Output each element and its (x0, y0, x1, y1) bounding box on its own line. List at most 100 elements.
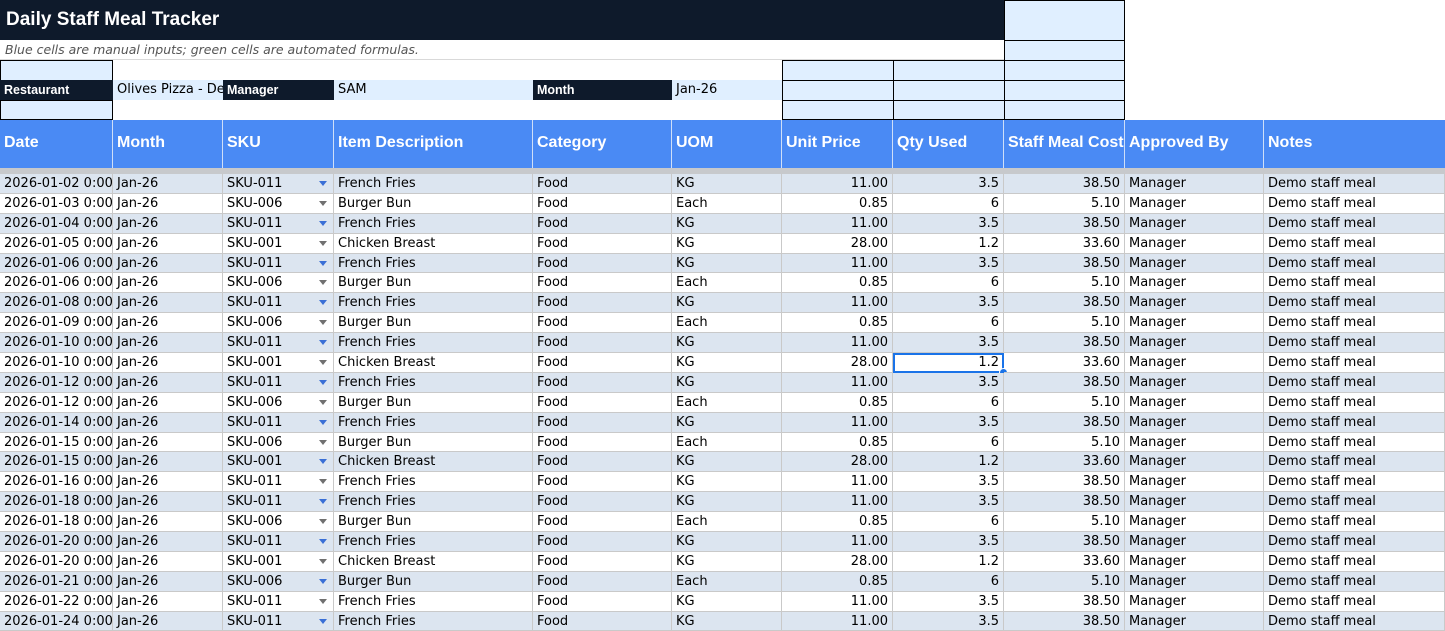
qty-used-cell[interactable]: 3.5 (893, 174, 1004, 194)
qty-used-cell[interactable]: 3.5 (893, 611, 1004, 631)
dropdown-arrow-icon[interactable] (319, 499, 327, 505)
date-cell[interactable]: 2026-01-06 0:00: (0, 253, 113, 274)
blank-input-cell[interactable] (782, 80, 894, 101)
notes-cell[interactable]: Demo staff meal (1264, 532, 1445, 552)
sku-cell[interactable]: SKU-011 (223, 372, 334, 393)
notes-cell[interactable]: Demo staff meal (1264, 193, 1445, 214)
approved-by-cell[interactable]: Manager (1125, 372, 1264, 393)
category-cell[interactable]: Food (533, 512, 672, 533)
uom-cell[interactable]: KG (672, 492, 782, 513)
qty-used-cell[interactable]: 3.5 (893, 472, 1004, 493)
unit-price-cell[interactable]: 0.85 (782, 512, 893, 533)
qty-used-cell[interactable]: 1.2 (893, 452, 1004, 473)
month-cell[interactable]: Jan-26 (113, 353, 223, 373)
category-cell[interactable]: Food (533, 253, 672, 274)
dropdown-arrow-icon[interactable] (319, 598, 327, 604)
staff-meal-cost-cell[interactable]: 38.50 (1004, 472, 1125, 493)
col-header-staff-meal-cost[interactable]: Staff Meal Cost (1004, 120, 1125, 168)
qty-used-cell[interactable]: 6 (893, 392, 1004, 413)
notes-cell[interactable]: Demo staff meal (1264, 492, 1445, 513)
approved-by-cell[interactable]: Manager (1125, 392, 1264, 413)
staff-meal-cost-cell[interactable]: 38.50 (1004, 333, 1125, 354)
sku-cell[interactable]: SKU-011 (223, 293, 334, 314)
date-cell[interactable]: 2026-01-04 0:00: (0, 213, 113, 234)
notes-cell[interactable]: Demo staff meal (1264, 571, 1445, 592)
approved-by-cell[interactable]: Manager (1125, 571, 1264, 592)
dropdown-arrow-icon[interactable] (319, 320, 327, 326)
sku-cell[interactable]: SKU-006 (223, 432, 334, 453)
unit-price-cell[interactable]: 28.00 (782, 551, 893, 572)
staff-meal-cost-cell[interactable]: 5.10 (1004, 313, 1125, 334)
staff-meal-cost-cell[interactable]: 38.50 (1004, 492, 1125, 513)
dropdown-arrow-icon[interactable] (319, 220, 327, 226)
dropdown-arrow-icon[interactable] (319, 519, 327, 525)
uom-cell[interactable]: KG (672, 293, 782, 314)
qty-used-cell[interactable]: 1.2 (893, 551, 1004, 572)
blank-input-cell[interactable] (782, 100, 894, 120)
approved-by-cell[interactable]: Manager (1125, 273, 1264, 294)
sku-cell[interactable]: SKU-006 (223, 571, 334, 592)
uom-cell[interactable]: KG (672, 532, 782, 552)
dropdown-arrow-icon[interactable] (319, 539, 327, 545)
qty-used-cell[interactable]: 3.5 (893, 532, 1004, 552)
approved-by-cell[interactable]: Manager (1125, 472, 1264, 493)
item-description-cell[interactable]: French Fries (334, 611, 533, 631)
uom-cell[interactable]: KG (672, 372, 782, 393)
qty-used-cell[interactable]: 1.2 (893, 233, 1004, 254)
category-cell[interactable]: Food (533, 611, 672, 631)
approved-by-cell[interactable]: Manager (1125, 233, 1264, 254)
qty-used-cell[interactable]: 3.5 (893, 213, 1004, 234)
approved-by-cell[interactable]: Manager (1125, 293, 1264, 314)
unit-price-cell[interactable]: 11.00 (782, 611, 893, 631)
uom-cell[interactable]: Each (672, 392, 782, 413)
month-cell[interactable]: Jan-26 (113, 492, 223, 513)
category-cell[interactable]: Food (533, 193, 672, 214)
unit-price-cell[interactable]: 0.85 (782, 313, 893, 334)
item-description-cell[interactable]: French Fries (334, 412, 533, 433)
qty-used-cell[interactable]: 3.5 (893, 372, 1004, 393)
category-cell[interactable]: Food (533, 233, 672, 254)
month-cell[interactable]: Jan-26 (113, 253, 223, 274)
category-cell[interactable]: Food (533, 293, 672, 314)
notes-cell[interactable]: Demo staff meal (1264, 213, 1445, 234)
staff-meal-cost-cell[interactable]: 38.50 (1004, 174, 1125, 194)
category-cell[interactable]: Food (533, 591, 672, 612)
item-description-cell[interactable]: Burger Bun (334, 392, 533, 413)
sku-cell[interactable]: SKU-006 (223, 193, 334, 214)
item-description-cell[interactable]: French Fries (334, 472, 533, 493)
unit-price-cell[interactable]: 28.00 (782, 353, 893, 373)
date-cell[interactable]: 2026-01-12 0:00: (0, 372, 113, 393)
month-cell[interactable]: Jan-26 (113, 233, 223, 254)
category-cell[interactable]: Food (533, 313, 672, 334)
qty-used-cell[interactable]: 3.5 (893, 253, 1004, 274)
qty-used-cell[interactable]: 3.5 (893, 412, 1004, 433)
item-description-cell[interactable]: French Fries (334, 492, 533, 513)
category-cell[interactable]: Food (533, 472, 672, 493)
uom-cell[interactable]: Each (672, 512, 782, 533)
notes-cell[interactable]: Demo staff meal (1264, 452, 1445, 473)
notes-cell[interactable]: Demo staff meal (1264, 392, 1445, 413)
notes-cell[interactable]: Demo staff meal (1264, 353, 1445, 373)
item-description-cell[interactable]: French Fries (334, 253, 533, 274)
approved-by-cell[interactable]: Manager (1125, 313, 1264, 334)
approved-by-cell[interactable]: Manager (1125, 253, 1264, 274)
staff-meal-cost-cell[interactable]: 38.50 (1004, 253, 1125, 274)
category-cell[interactable]: Food (533, 273, 672, 294)
uom-cell[interactable]: KG (672, 611, 782, 631)
staff-meal-cost-cell[interactable]: 38.50 (1004, 412, 1125, 433)
item-description-cell[interactable]: Burger Bun (334, 193, 533, 214)
dropdown-arrow-icon[interactable] (319, 340, 327, 346)
item-description-cell[interactable]: Burger Bun (334, 432, 533, 453)
date-cell[interactable]: 2026-01-16 0:00: (0, 472, 113, 493)
date-cell[interactable]: 2026-01-03 0:00: (0, 193, 113, 214)
uom-cell[interactable]: KG (672, 591, 782, 612)
notes-cell[interactable]: Demo staff meal (1264, 273, 1445, 294)
date-cell[interactable]: 2026-01-14 0:00: (0, 412, 113, 433)
category-cell[interactable]: Food (533, 492, 672, 513)
unit-price-cell[interactable]: 0.85 (782, 392, 893, 413)
manager-input[interactable]: SAM (334, 80, 533, 100)
staff-meal-cost-cell[interactable]: 38.50 (1004, 611, 1125, 631)
qty-used-cell[interactable]: 6 (893, 193, 1004, 214)
sku-cell[interactable]: SKU-011 (223, 174, 334, 194)
unit-price-cell[interactable]: 11.00 (782, 213, 893, 234)
